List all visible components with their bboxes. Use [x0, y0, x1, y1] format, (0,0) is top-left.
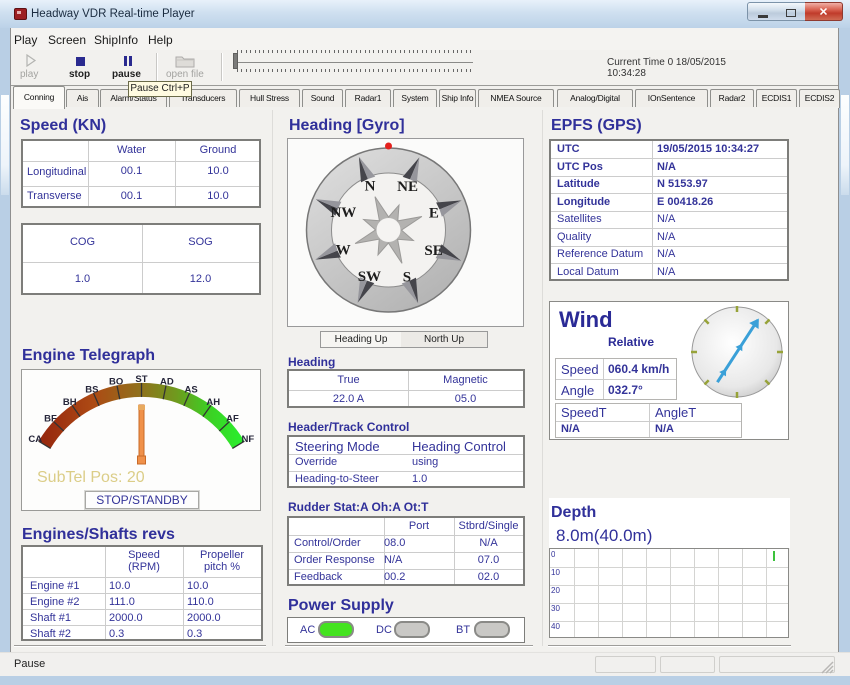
svg-text:W: W: [336, 242, 351, 258]
svg-text:NF: NF: [241, 434, 254, 445]
svg-text:E: E: [429, 206, 439, 222]
svg-text:AH: AH: [206, 397, 220, 408]
svg-text:AD: AD: [160, 377, 174, 388]
svg-text:NW: NW: [330, 205, 356, 221]
svg-text:CA: CA: [28, 434, 42, 445]
svg-text:AS: AS: [184, 384, 197, 395]
svg-text:AF: AF: [226, 414, 239, 425]
svg-text:S: S: [403, 269, 411, 285]
svg-text:NE: NE: [397, 179, 418, 195]
svg-text:BO: BO: [109, 377, 123, 388]
svg-text:BS: BS: [85, 384, 98, 395]
svg-text:ST: ST: [135, 374, 147, 385]
svg-text:BH: BH: [63, 397, 77, 408]
svg-text:BF: BF: [44, 414, 57, 425]
svg-text:SW: SW: [358, 269, 381, 285]
svg-text:SE: SE: [424, 243, 442, 259]
svg-text:N: N: [365, 179, 376, 195]
